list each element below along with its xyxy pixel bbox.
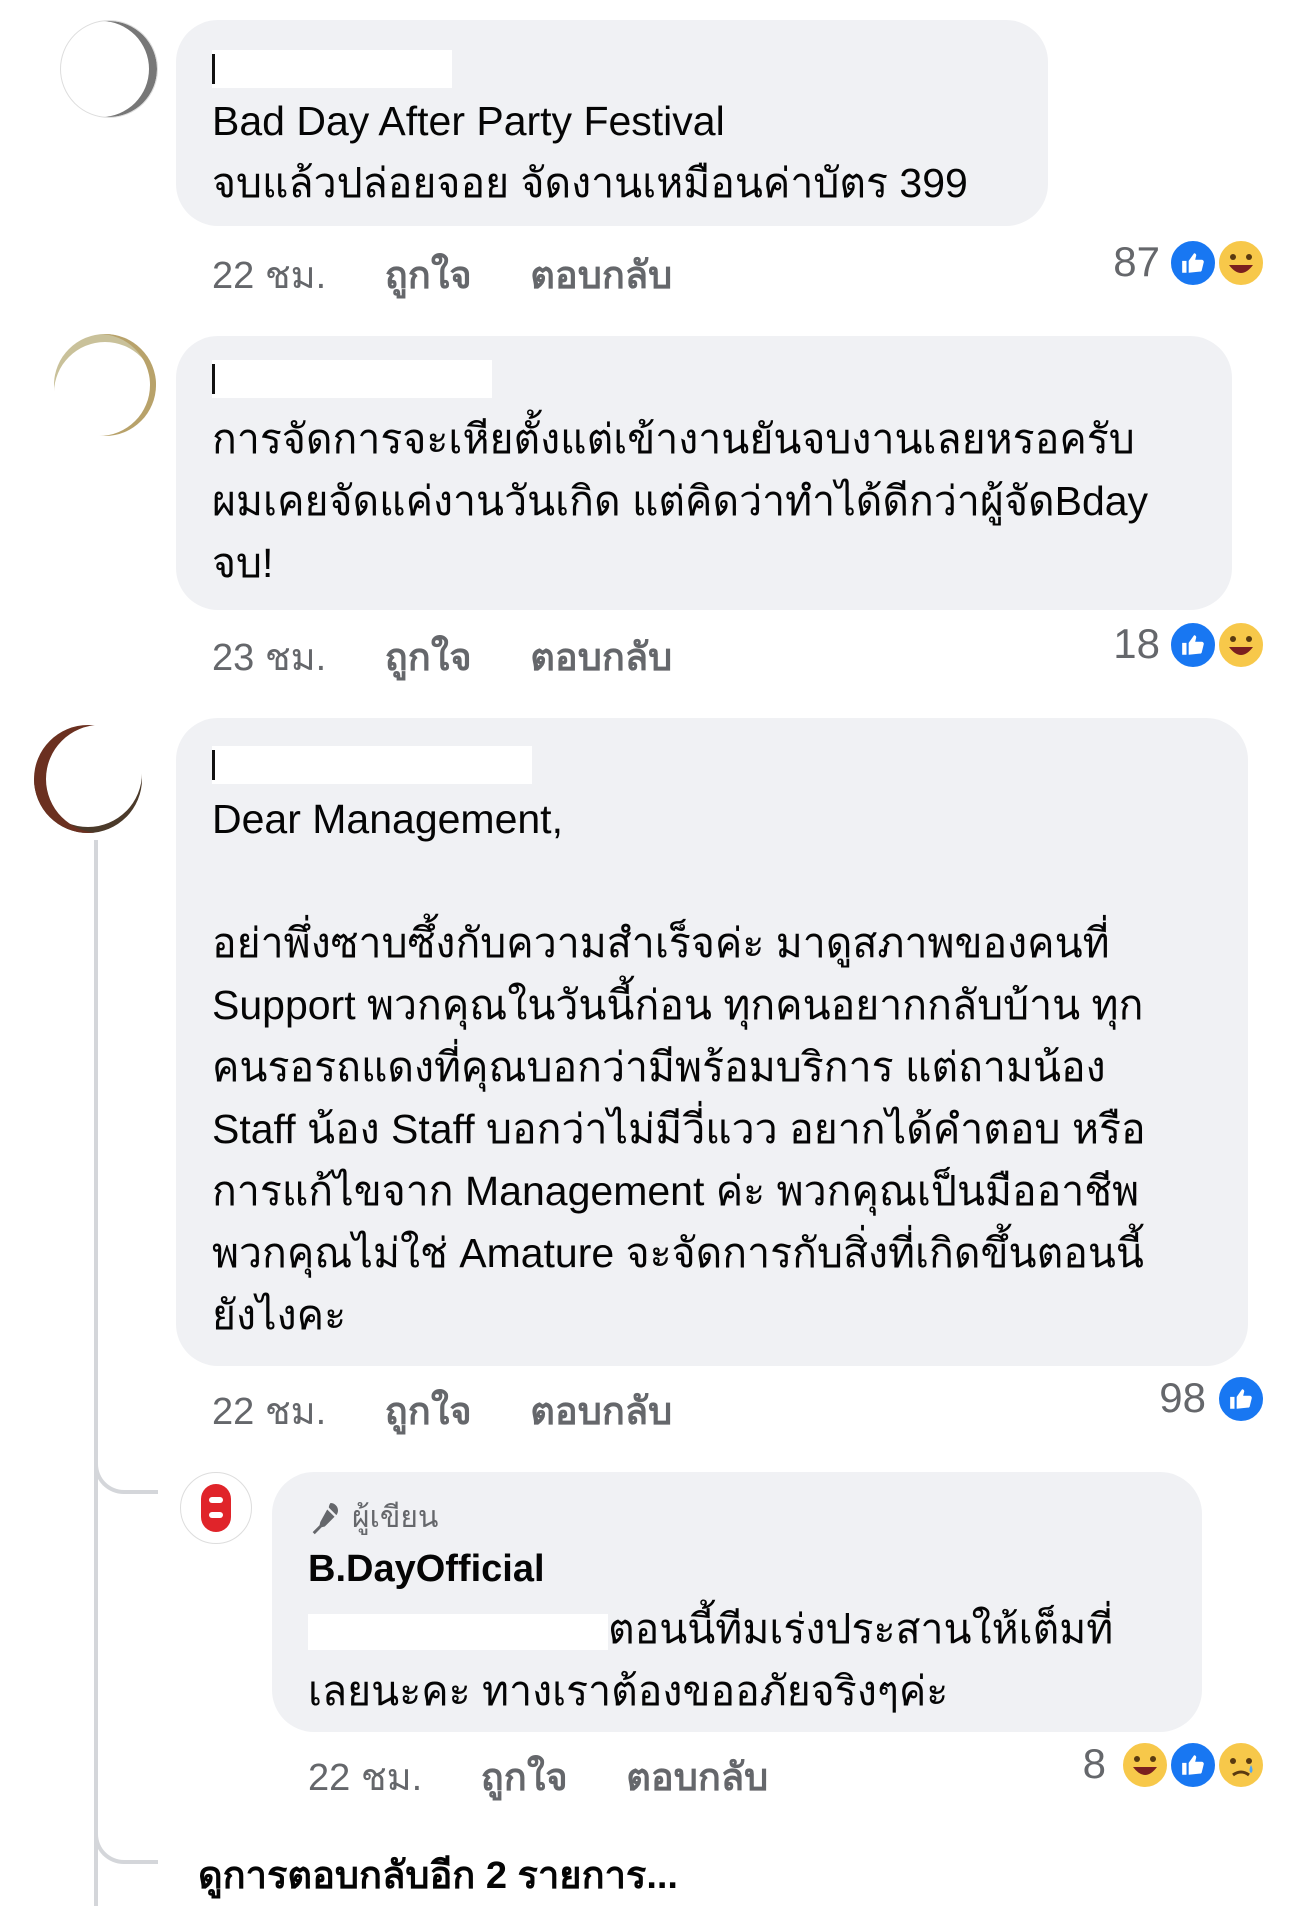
thread-connector-more xyxy=(94,1810,158,1864)
author-badge-label: ผู้เขียน xyxy=(352,1501,439,1534)
comment-text: Dear Management, อย่าพึ่งซาบซึ้งกับความส… xyxy=(212,796,1146,1338)
commenter-avatar[interactable] xyxy=(60,20,158,118)
comment-text: การจัดการจะเหียตั้งแต่เข้างานยันจบงานเลย… xyxy=(212,416,1149,586)
reaction-count[interactable]: 98 xyxy=(1120,1374,1206,1422)
reply-text: ตอนนี้ทีมเร่งประสานให้เต็มที่ เลยนะคะ ทา… xyxy=(308,1606,1114,1714)
reaction-count[interactable]: 8 xyxy=(1040,1740,1106,1788)
like-icon[interactable] xyxy=(1168,1740,1218,1790)
reaction-count[interactable]: 87 xyxy=(1080,238,1160,286)
reaction-count[interactable]: 18 xyxy=(1080,620,1160,668)
comment-bubble: Bad Day After Party Festival จบแล้วปล่อย… xyxy=(176,20,1048,226)
comment-meta: 22 ชม. ถูกใจ ตอบกลับ xyxy=(212,244,720,305)
reply-meta: 22 ชม. ถูกใจ ตอบกลับ xyxy=(308,1746,816,1807)
reply-author[interactable]: B.DayOfficial xyxy=(308,1548,545,1591)
commenter-avatar[interactable] xyxy=(34,725,142,833)
reply-button[interactable]: ตอบกลับ xyxy=(530,626,672,687)
thread-line xyxy=(94,840,98,1906)
comment-time[interactable]: 22 ชม. xyxy=(212,244,326,305)
page-avatar[interactable] xyxy=(180,1472,252,1544)
sad-icon[interactable] xyxy=(1216,1740,1266,1790)
comment-bubble: การจัดการจะเหียตั้งแต่เข้างานยันจบงานเลย… xyxy=(176,336,1232,610)
like-button[interactable]: ถูกใจ xyxy=(385,626,472,687)
view-more-replies-link[interactable]: ดูการตอบกลับอีก 2 รายการ... xyxy=(198,1844,678,1905)
tagged-name-redacted[interactable] xyxy=(308,1614,608,1651)
like-button[interactable]: ถูกใจ xyxy=(385,1380,472,1441)
haha-icon[interactable] xyxy=(1120,1740,1170,1790)
like-icon[interactable] xyxy=(1216,1374,1266,1424)
reply-time[interactable]: 22 ชม. xyxy=(308,1746,422,1807)
reply-button[interactable]: ตอบกลับ xyxy=(626,1746,768,1807)
reply-button[interactable]: ตอบกลับ xyxy=(530,1380,672,1441)
commenter-avatar[interactable] xyxy=(54,334,156,436)
author-badge: ผู้เขียน xyxy=(308,1494,438,1541)
comment-text: Bad Day After Party Festival จบแล้วปล่อย… xyxy=(212,98,968,206)
reply-bubble: ผู้เขียน B.DayOfficial ตอนนี้ทีมเร่งประส… xyxy=(272,1472,1202,1732)
haha-icon[interactable] xyxy=(1216,620,1266,670)
comment-meta: 22 ชม. ถูกใจ ตอบกลับ xyxy=(212,1380,720,1441)
comment-meta: 23 ชม. ถูกใจ ตอบกลับ xyxy=(212,626,720,687)
like-button[interactable]: ถูกใจ xyxy=(481,1746,568,1807)
like-icon[interactable] xyxy=(1168,620,1218,670)
haha-icon[interactable] xyxy=(1216,238,1266,288)
like-button[interactable]: ถูกใจ xyxy=(385,244,472,305)
redacted-name xyxy=(212,50,452,88)
microphone-icon xyxy=(312,1502,338,1534)
comment-bubble: Dear Management, อย่าพึ่งซาบซึ้งกับความส… xyxy=(176,718,1248,1366)
like-icon[interactable] xyxy=(1168,238,1218,288)
comment-time[interactable]: 22 ชม. xyxy=(212,1380,326,1441)
reply-button[interactable]: ตอบกลับ xyxy=(530,244,672,305)
comment-time[interactable]: 23 ชม. xyxy=(212,626,326,687)
thread-connector-reply xyxy=(94,1440,158,1494)
redacted-name xyxy=(212,360,492,398)
redacted-name xyxy=(212,746,532,784)
